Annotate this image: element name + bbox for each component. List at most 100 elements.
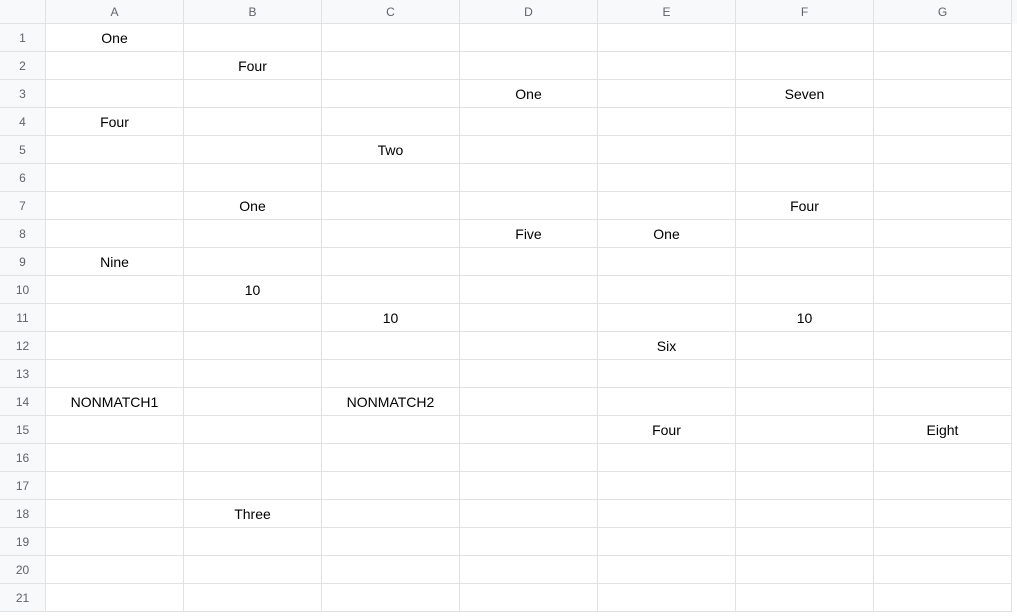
cell-C10[interactable] (322, 276, 460, 304)
cell-C13[interactable] (322, 360, 460, 388)
cell-E2[interactable] (598, 52, 736, 80)
cell-B2[interactable]: Four (184, 52, 322, 80)
cell-D16[interactable] (460, 444, 598, 472)
cell-F9[interactable] (736, 248, 874, 276)
cell-B21[interactable] (184, 584, 322, 612)
col-header-D[interactable]: D (460, 0, 598, 24)
cell-F6[interactable] (736, 164, 874, 192)
cell-D19[interactable] (460, 528, 598, 556)
cell-F11[interactable]: 10 (736, 304, 874, 332)
cell-A14[interactable]: NONMATCH1 (46, 388, 184, 416)
cell-E8[interactable]: One (598, 220, 736, 248)
cell-D17[interactable] (460, 472, 598, 500)
cell-C18[interactable] (322, 500, 460, 528)
cell-A9[interactable]: Nine (46, 248, 184, 276)
cell-E14[interactable] (598, 388, 736, 416)
cell-B15[interactable] (184, 416, 322, 444)
cell-D9[interactable] (460, 248, 598, 276)
cell-G11[interactable] (874, 304, 1012, 332)
cell-E5[interactable] (598, 136, 736, 164)
cell-G15[interactable]: Eight (874, 416, 1012, 444)
col-header-F[interactable]: F (736, 0, 874, 24)
cell-B4[interactable] (184, 108, 322, 136)
cell-G5[interactable] (874, 136, 1012, 164)
cell-B20[interactable] (184, 556, 322, 584)
row-header-9[interactable]: 9 (0, 248, 46, 276)
cell-A15[interactable] (46, 416, 184, 444)
cell-B10[interactable]: 10 (184, 276, 322, 304)
cell-A6[interactable] (46, 164, 184, 192)
cell-A7[interactable] (46, 192, 184, 220)
cell-C19[interactable] (322, 528, 460, 556)
cell-D7[interactable] (460, 192, 598, 220)
row-header-15[interactable]: 15 (0, 416, 46, 444)
cell-A8[interactable] (46, 220, 184, 248)
row-header-1[interactable]: 1 (0, 24, 46, 52)
row-header-20[interactable]: 20 (0, 556, 46, 584)
cell-A19[interactable] (46, 528, 184, 556)
cell-E9[interactable] (598, 248, 736, 276)
cell-F5[interactable] (736, 136, 874, 164)
cell-G9[interactable] (874, 248, 1012, 276)
cell-G18[interactable] (874, 500, 1012, 528)
row-header-14[interactable]: 14 (0, 388, 46, 416)
cell-G10[interactable] (874, 276, 1012, 304)
cell-E4[interactable] (598, 108, 736, 136)
row-header-4[interactable]: 4 (0, 108, 46, 136)
row-header-8[interactable]: 8 (0, 220, 46, 248)
row-header-18[interactable]: 18 (0, 500, 46, 528)
cell-D18[interactable] (460, 500, 598, 528)
cell-E18[interactable] (598, 500, 736, 528)
row-header-21[interactable]: 21 (0, 584, 46, 612)
cell-D6[interactable] (460, 164, 598, 192)
cell-F15[interactable] (736, 416, 874, 444)
col-header-B[interactable]: B (184, 0, 322, 24)
row-header-13[interactable]: 13 (0, 360, 46, 388)
cell-C5[interactable]: Two (322, 136, 460, 164)
col-header-G[interactable]: G (874, 0, 1012, 24)
cell-A5[interactable] (46, 136, 184, 164)
cell-E1[interactable] (598, 24, 736, 52)
cell-A10[interactable] (46, 276, 184, 304)
cell-C7[interactable] (322, 192, 460, 220)
cell-D1[interactable] (460, 24, 598, 52)
cell-G1[interactable] (874, 24, 1012, 52)
cell-F21[interactable] (736, 584, 874, 612)
cell-E6[interactable] (598, 164, 736, 192)
cell-F2[interactable] (736, 52, 874, 80)
cell-B1[interactable] (184, 24, 322, 52)
cell-E17[interactable] (598, 472, 736, 500)
cell-F7[interactable]: Four (736, 192, 874, 220)
cell-G17[interactable] (874, 472, 1012, 500)
cell-G21[interactable] (874, 584, 1012, 612)
cell-C11[interactable]: 10 (322, 304, 460, 332)
cell-B16[interactable] (184, 444, 322, 472)
cell-E21[interactable] (598, 584, 736, 612)
cell-D14[interactable] (460, 388, 598, 416)
cell-A3[interactable] (46, 80, 184, 108)
row-header-11[interactable]: 11 (0, 304, 46, 332)
cell-E20[interactable] (598, 556, 736, 584)
cell-B11[interactable] (184, 304, 322, 332)
cell-B13[interactable] (184, 360, 322, 388)
cell-D12[interactable] (460, 332, 598, 360)
row-header-12[interactable]: 12 (0, 332, 46, 360)
cell-B19[interactable] (184, 528, 322, 556)
cell-C15[interactable] (322, 416, 460, 444)
cell-F16[interactable] (736, 444, 874, 472)
cell-F17[interactable] (736, 472, 874, 500)
cell-F13[interactable] (736, 360, 874, 388)
cell-A1[interactable]: One (46, 24, 184, 52)
row-header-3[interactable]: 3 (0, 80, 46, 108)
cell-D8[interactable]: Five (460, 220, 598, 248)
cell-D4[interactable] (460, 108, 598, 136)
cell-A13[interactable] (46, 360, 184, 388)
cell-F18[interactable] (736, 500, 874, 528)
cell-C8[interactable] (322, 220, 460, 248)
row-header-7[interactable]: 7 (0, 192, 46, 220)
row-header-19[interactable]: 19 (0, 528, 46, 556)
corner-cell[interactable] (0, 0, 46, 24)
cell-A12[interactable] (46, 332, 184, 360)
row-header-5[interactable]: 5 (0, 136, 46, 164)
cell-G2[interactable] (874, 52, 1012, 80)
